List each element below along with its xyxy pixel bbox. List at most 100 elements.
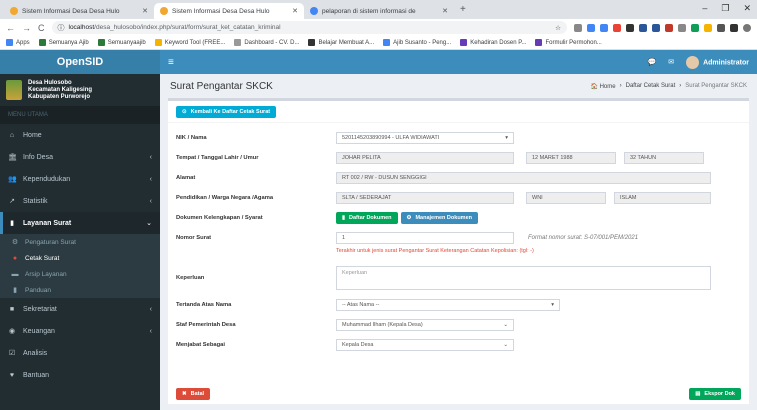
- sidebar-item-info-desa[interactable]: 🏛 Info Desa ‹: [0, 146, 160, 168]
- manajemen-dokumen-button[interactable]: ⚙ Manajemen Dokumen: [400, 212, 478, 224]
- extension-icon[interactable]: [717, 23, 725, 32]
- bookmark[interactable]: Dashboard - CV. D...: [234, 39, 299, 46]
- puzzle-icon[interactable]: [730, 23, 738, 32]
- browser-tab[interactable]: Sistem Informasi Desa Desa Hulo ✕: [4, 3, 154, 19]
- nomor-surat-input[interactable]: 1: [336, 232, 514, 244]
- keperluan-textarea[interactable]: Keperluan: [336, 266, 711, 290]
- submenu-cetak-surat[interactable]: ● Cetak Surat: [0, 250, 160, 266]
- sidebar-item-statistik[interactable]: ↗ Statistik ‹: [0, 190, 160, 212]
- manajemen-dokumen-label: Manajemen Dokumen: [415, 215, 472, 221]
- extension-icon[interactable]: [704, 23, 712, 32]
- extension-icon[interactable]: [587, 23, 595, 32]
- extension-icon[interactable]: [678, 23, 686, 32]
- bookmark[interactable]: Semuanyaajib: [97, 39, 146, 46]
- jabatan-value: Kepala Desa: [342, 342, 374, 348]
- sidebar-item-home[interactable]: ⌂ Home: [0, 124, 160, 146]
- print-icon: ●: [12, 254, 18, 262]
- close-tab-icon[interactable]: ✕: [142, 7, 148, 15]
- bookmark[interactable]: Semuanya Ajib: [38, 39, 89, 46]
- profile-icon[interactable]: [743, 23, 751, 32]
- tanggal-lahir-field: 12 MARET 1988: [526, 152, 616, 164]
- close-tab-icon[interactable]: ✕: [292, 7, 298, 15]
- sidebar-item-kependudukan[interactable]: 👥 Kependudukan ‹: [0, 168, 160, 190]
- jabatan-select[interactable]: Kepala Desa ⌄: [336, 339, 514, 351]
- back-icon[interactable]: ←: [6, 23, 15, 33]
- extension-icon[interactable]: [600, 23, 608, 32]
- submenu-pengaturan-surat[interactable]: ⚙ Pengaturan Surat: [0, 234, 160, 250]
- tertanda-value: -- Atas Nama --: [342, 302, 380, 308]
- bookmark[interactable]: Belajar Membuat A...: [308, 39, 374, 46]
- maximize-icon[interactable]: ❐: [721, 3, 729, 14]
- back-to-list-button[interactable]: ⊙ Kembali Ke Daftar Cetak Surat: [176, 105, 277, 118]
- ekspor-dok-button[interactable]: ▤ Ekspor Dok: [689, 388, 741, 400]
- reload-icon[interactable]: C: [38, 23, 45, 33]
- sidebar-item-keuangan[interactable]: ◉ Keuangan ‹: [0, 320, 160, 342]
- extension-icon[interactable]: [626, 23, 634, 32]
- extension-icon[interactable]: [665, 23, 673, 32]
- extension-icon[interactable]: [639, 23, 647, 32]
- bookmark[interactable]: Ajib Susanto - Peng...: [383, 39, 451, 46]
- bookmark-apps[interactable]: Apps: [6, 39, 30, 46]
- caret-down-icon: ▾: [551, 302, 554, 308]
- tertanda-select[interactable]: -- Atas Nama -- ▾: [336, 299, 560, 311]
- bookmark-label: Belajar Membuat A...: [318, 39, 375, 46]
- nik-label: NIK / Nama: [176, 135, 207, 141]
- sidebar-item-label: Layanan Surat: [23, 219, 72, 227]
- user-name: Administrator: [703, 58, 749, 66]
- sidebar-item-bantuan[interactable]: ♥ Bantuan: [0, 364, 160, 386]
- batal-button[interactable]: ✖ Batal: [176, 388, 211, 400]
- chat-icon[interactable]: 💬: [648, 58, 657, 66]
- breadcrumb-home[interactable]: 🏠 Home: [590, 83, 615, 90]
- sidebar-item-layanan-surat[interactable]: ▮ Layanan Surat ⌄: [0, 212, 160, 234]
- nik-select[interactable]: 5201145203890994 - ULFA WIDIAWATI ▾: [336, 132, 514, 144]
- breadcrumb: 🏠 Home › Daftar Cetak Surat › Surat Peng…: [590, 82, 747, 90]
- sidebar-item-sekretariat[interactable]: ■ Sekretariat ‹: [0, 298, 160, 320]
- submenu-panduan[interactable]: ▮ Panduan: [0, 282, 160, 298]
- daftar-dokumen-button[interactable]: ▮ Daftar Dokumen: [336, 212, 398, 224]
- bookmark-label: Formulir Permohon...: [545, 39, 602, 46]
- forward-icon[interactable]: →: [22, 23, 31, 33]
- check-icon: ☑: [8, 350, 16, 357]
- tab-title: Sistem Informasi Desa Desa Hulo: [172, 7, 270, 15]
- mail-icon[interactable]: ✉: [668, 58, 674, 66]
- book-icon: ▮: [342, 215, 346, 221]
- browser-tab-active[interactable]: Sistem Informasi Desa Desa Hulo ✕: [154, 3, 304, 19]
- extension-icon[interactable]: [574, 23, 582, 32]
- nik-value: 5201145203890994 - ULFA WIDIAWATI: [342, 135, 440, 141]
- chevron-left-icon: ‹: [149, 175, 152, 183]
- sidebar-item-analisis[interactable]: ☑ Analisis: [0, 342, 160, 364]
- close-icon: ✖: [182, 391, 187, 397]
- app-logo[interactable]: OpenSID: [0, 50, 160, 74]
- bookmark[interactable]: Keyword Tool (FREE...: [154, 39, 226, 46]
- bookmark-label: Keyword Tool (FREE...: [164, 39, 226, 46]
- star-icon[interactable]: ☆: [555, 24, 561, 32]
- submenu-arsip-layanan[interactable]: ▬ Arsip Layanan: [0, 266, 160, 282]
- url-field[interactable]: ⓘ localhost/desa_hulosobo/index.php/sura…: [51, 21, 567, 34]
- chevron-left-icon: ‹: [149, 327, 152, 335]
- desa-name: Desa Hulosobo: [28, 79, 72, 86]
- kecamatan-name: Kecamatan Kaligesing: [28, 86, 93, 93]
- extension-icon[interactable]: [613, 23, 621, 32]
- new-tab-icon[interactable]: +: [460, 4, 466, 15]
- url-path: /desa_hulosobo/index.php/surat/form/sura…: [94, 24, 281, 31]
- user-menu[interactable]: Administrator: [686, 55, 749, 69]
- submenu-label: Pengaturan Surat: [25, 238, 76, 246]
- breadcrumb-daftar-cetak-surat[interactable]: Daftar Cetak Surat: [626, 83, 676, 90]
- close-tab-icon[interactable]: ✕: [442, 7, 448, 15]
- nomor-surat-format-hint: Format nomor surat: S-07/001/PEM/2021: [528, 235, 639, 241]
- close-window-icon[interactable]: ✕: [743, 3, 751, 14]
- bookmark-icon: [38, 39, 46, 46]
- menu-toggle-icon[interactable]: ≡: [168, 57, 174, 68]
- arrow-left-circle-icon: ⊙: [182, 108, 187, 115]
- daftar-dokumen-label: Daftar Dokumen: [349, 215, 392, 221]
- word-icon[interactable]: [652, 23, 660, 32]
- drive-icon[interactable]: [691, 23, 699, 32]
- pendidikan-label: Pendidikan / Warga Negara /Agama: [176, 195, 274, 201]
- bookmark[interactable]: Formulir Permohon...: [535, 39, 602, 46]
- chevron-left-icon: ‹: [149, 197, 152, 205]
- staf-select[interactable]: Muhammad Ilham (Kepala Desa) ⌄: [336, 319, 514, 331]
- browser-tab[interactable]: pelaporan di sistem informasi de ✕: [304, 3, 454, 19]
- minimize-icon[interactable]: –: [702, 3, 707, 14]
- nomor-surat-label: Nomor Surat: [176, 235, 212, 241]
- bookmark[interactable]: Kehadiran Dosen P...: [460, 39, 526, 46]
